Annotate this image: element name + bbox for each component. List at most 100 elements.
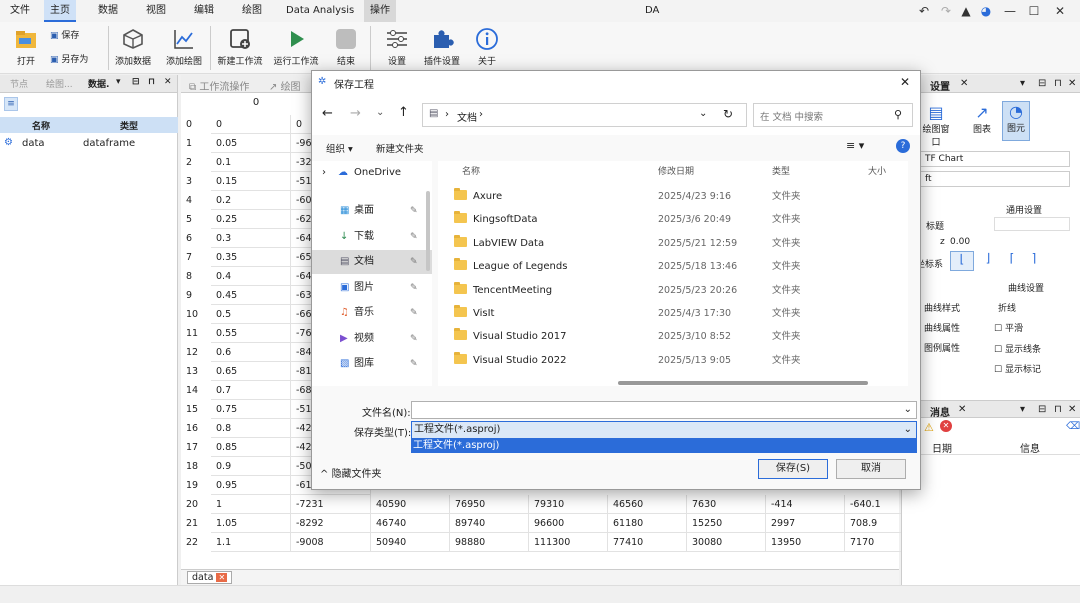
- row-index[interactable]: 16: [181, 419, 211, 438]
- filetype-option[interactable]: 工程文件(*.asproj): [411, 439, 917, 453]
- settings-button[interactable]: 设置: [380, 22, 414, 67]
- warning-icon[interactable]: ⚠: [924, 421, 934, 434]
- nav-item[interactable]: ▣ 图片 ✎: [312, 276, 432, 300]
- grid-cell[interactable]: 0.75: [211, 400, 291, 419]
- tab-data[interactable]: 数据.: [88, 77, 109, 90]
- grid-cell[interactable]: 7630: [687, 495, 766, 514]
- row-index[interactable]: 0: [181, 115, 211, 134]
- grid-cell[interactable]: 0: [211, 115, 291, 134]
- nav-item[interactable]: ▧ 图库 ✎: [312, 352, 432, 376]
- file-row[interactable]: LabVIEW Data 2025/5/21 12:59 文件夹: [438, 232, 908, 255]
- open-button[interactable]: 打开: [8, 22, 44, 67]
- row-index[interactable]: 19: [181, 476, 211, 495]
- pin-icon[interactable]: ✎: [410, 250, 418, 274]
- filename-dropdown-icon[interactable]: ⌄: [904, 402, 912, 418]
- row-index[interactable]: 4: [181, 191, 211, 210]
- tab-settings[interactable]: 设置: [930, 78, 950, 93]
- grid-cell[interactable]: 77410: [608, 533, 687, 552]
- grid-cell[interactable]: 0.25: [211, 210, 291, 229]
- grid-cell[interactable]: 0.4: [211, 267, 291, 286]
- recent-dropdown-icon[interactable]: ⌄: [376, 107, 384, 118]
- tab-plot[interactable]: ↗ 绘图: [269, 78, 301, 93]
- error-icon[interactable]: ✕: [940, 420, 952, 432]
- coord-top-right-icon[interactable]: ⌉: [1024, 251, 1044, 271]
- grid-cell[interactable]: 79310: [529, 495, 608, 514]
- float-icon[interactable]: ⊟: [132, 77, 140, 87]
- file-row[interactable]: Visual Studio 2022 2025/5/13 9:05 文件夹: [438, 349, 908, 372]
- row-index[interactable]: 11: [181, 324, 211, 343]
- grid-cell[interactable]: 0.65: [211, 362, 291, 381]
- column-header[interactable]: 0: [216, 97, 296, 113]
- row-index[interactable]: 1: [181, 134, 211, 153]
- panel-menu-icon[interactable]: ▾: [1020, 404, 1025, 415]
- row-index[interactable]: 17: [181, 438, 211, 457]
- grid-cell[interactable]: 2997: [766, 514, 845, 533]
- float-icon[interactable]: ⊟: [1038, 78, 1046, 89]
- row-index[interactable]: 5: [181, 210, 211, 229]
- clear-messages-icon[interactable]: ⌫: [1066, 421, 1080, 432]
- filetype-select[interactable]: 工程文件(*.asproj) ⌄: [411, 421, 917, 439]
- hide-folders-toggle[interactable]: ^ 隐藏文件夹: [320, 465, 382, 480]
- title-input[interactable]: [994, 217, 1070, 231]
- file-row[interactable]: TencentMeeting 2025/5/23 20:26 文件夹: [438, 279, 908, 302]
- data-list-row[interactable]: ⚙ data dataframe: [0, 135, 178, 153]
- menu-operation[interactable]: 操作: [364, 0, 396, 22]
- help-icon[interactable]: ?: [896, 139, 910, 153]
- grid-cell[interactable]: 0.45: [211, 286, 291, 305]
- back-icon[interactable]: ←: [322, 106, 333, 121]
- grid-cell[interactable]: 0.3: [211, 229, 291, 248]
- smooth-checkbox[interactable]: ☐ 平滑: [994, 321, 1023, 334]
- chart-name-field[interactable]: TF Chart: [920, 151, 1070, 167]
- float-icon[interactable]: ⊟: [1038, 404, 1046, 415]
- grid-cell[interactable]: 61180: [608, 514, 687, 533]
- grid-cell[interactable]: 98880: [450, 533, 529, 552]
- pin-icon[interactable]: ✎: [410, 225, 418, 249]
- close-messages-icon[interactable]: ✕: [958, 404, 966, 415]
- close-sheet-icon[interactable]: ✕: [216, 573, 228, 582]
- grid-cell[interactable]: 76950: [450, 495, 529, 514]
- tab-messages[interactable]: 消息: [930, 404, 950, 419]
- grid-cell[interactable]: 30080: [687, 533, 766, 552]
- grid-cell[interactable]: 0.55: [211, 324, 291, 343]
- grid-cell[interactable]: 0.05: [211, 134, 291, 153]
- menu-plot[interactable]: 绘图: [236, 0, 268, 22]
- coord-bottom-left-icon[interactable]: ⌊: [950, 251, 974, 271]
- nav-item[interactable]: ↓ 下载 ✎: [312, 225, 432, 249]
- filetype-dropdown-icon[interactable]: ⌄: [904, 422, 912, 438]
- save-button[interactable]: 保存(S): [758, 459, 828, 479]
- organize-button[interactable]: 组织 ▾: [326, 141, 353, 155]
- panel-menu-icon[interactable]: ▾: [1020, 78, 1025, 89]
- file-row[interactable]: League of Legends 2025/5/18 13:46 文件夹: [438, 255, 908, 278]
- menu-view[interactable]: 视图: [140, 0, 172, 22]
- grid-cell[interactable]: 0.7: [211, 381, 291, 400]
- row-index[interactable]: 13: [181, 362, 211, 381]
- col-type-header[interactable]: 类型: [772, 161, 790, 183]
- grid-cell[interactable]: 0.5: [211, 305, 291, 324]
- grid-cell[interactable]: 1.05: [211, 514, 291, 533]
- row-index[interactable]: 6: [181, 229, 211, 248]
- undo-icon[interactable]: ↶: [912, 0, 936, 22]
- dialog-close-icon[interactable]: ✕: [900, 75, 910, 89]
- grid-cell[interactable]: 46740: [371, 514, 450, 533]
- minimize-icon[interactable]: —: [998, 0, 1022, 22]
- pin-icon[interactable]: ⊓: [148, 77, 155, 87]
- new-workflow-button[interactable]: 新建工作流: [214, 22, 266, 67]
- menu-edit[interactable]: 编辑: [188, 0, 220, 22]
- grid-cell[interactable]: 0.8: [211, 419, 291, 438]
- search-box[interactable]: 在 文档 中搜索 ⚲: [753, 103, 913, 127]
- save-as-button[interactable]: ▣ 另存为: [50, 52, 106, 65]
- row-index[interactable]: 10: [181, 305, 211, 324]
- z-value[interactable]: 0.00: [950, 237, 970, 247]
- row-index[interactable]: 20: [181, 495, 211, 514]
- grid-cell[interactable]: 89740: [450, 514, 529, 533]
- row-index[interactable]: 7: [181, 248, 211, 267]
- grid-cell[interactable]: 15250: [687, 514, 766, 533]
- grid-cell[interactable]: 0.95: [211, 476, 291, 495]
- breadcrumb-documents[interactable]: 文档: [457, 109, 477, 124]
- theme-icon[interactable]: ◕: [974, 0, 998, 22]
- new-folder-button[interactable]: 新建文件夹: [376, 141, 424, 155]
- grid-cell[interactable]: 0.2: [211, 191, 291, 210]
- grid-cell[interactable]: 50940: [371, 533, 450, 552]
- col-name-header[interactable]: 名称: [462, 161, 480, 183]
- chart-subfield[interactable]: ft: [920, 171, 1070, 187]
